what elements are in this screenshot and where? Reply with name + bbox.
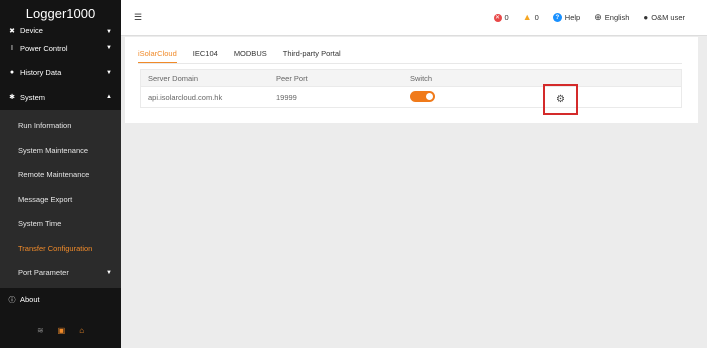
sidebar-item-label: Run Information bbox=[18, 121, 72, 131]
header-status-area: ✕ 0 ▲ 0 ? Help ⊕ English ● O&M user bbox=[493, 12, 707, 23]
device-icon: ✖ bbox=[9, 28, 15, 35]
sidebar-item-label: Message Export bbox=[18, 194, 73, 204]
sidebar-item-label: About bbox=[20, 295, 40, 305]
help-icon: ? bbox=[552, 13, 562, 22]
sidebar-subitem-system-time[interactable]: System Time bbox=[0, 211, 121, 236]
tab-isolarcloud[interactable]: iSolarCloud bbox=[138, 42, 177, 64]
cloud-icon[interactable]: ⌂ bbox=[79, 326, 84, 335]
history-icon: ● bbox=[9, 69, 15, 77]
sidebar-item-label: System bbox=[20, 92, 46, 102]
sidebar-subitem-transfer-configuration[interactable]: Transfer Configuration bbox=[0, 236, 121, 261]
app-logo: Logger1000 bbox=[0, 0, 121, 26]
sidebar-item-system[interactable]: ✱ System ▲ bbox=[0, 85, 121, 110]
column-header-peer-port: Peer Port bbox=[276, 73, 308, 83]
settings-button[interactable]: ⚙ bbox=[543, 84, 578, 115]
sidebar-item-label: Port Parameter bbox=[18, 268, 69, 278]
error-count: 0 bbox=[504, 13, 509, 22]
tab-iec104[interactable]: IEC104 bbox=[193, 42, 218, 64]
power-control-icon: I bbox=[11, 44, 13, 52]
chevron-down-icon: ▼ bbox=[106, 69, 112, 76]
sidebar-subitem-system-maintenance[interactable]: System Maintenance bbox=[0, 138, 121, 163]
sidebar-subitem-port-parameter[interactable]: Port Parameter ▼ bbox=[0, 260, 121, 285]
sidebar-item-label: System Time bbox=[18, 219, 62, 229]
switch-cell bbox=[404, 90, 532, 104]
switch-toggle[interactable] bbox=[410, 90, 435, 102]
error-icon: ✕ bbox=[493, 13, 502, 22]
help-label: Help bbox=[564, 13, 581, 22]
top-header: ☰ ✕ 0 ▲ 0 ? Help ⊕ English ● O&M user bbox=[121, 0, 707, 36]
sidebar-item-about[interactable]: ⓘ About bbox=[0, 287, 121, 312]
sidebar-subitem-run-information[interactable]: Run Information bbox=[0, 113, 121, 138]
gear-icon: ✱ bbox=[9, 94, 15, 102]
protocol-tabs: iSolarCloud IEC104 MODBUS Third-party Po… bbox=[138, 42, 341, 64]
tab-modbus[interactable]: MODBUS bbox=[234, 42, 267, 64]
tab-third-party-portal[interactable]: Third-party Portal bbox=[283, 42, 341, 64]
sidebar-footer: ≋ ▣ ⌂ bbox=[0, 312, 121, 348]
sidebar-subitem-remote-maintenance[interactable]: Remote Maintenance bbox=[0, 162, 121, 187]
sidebar-item-label: Device bbox=[20, 26, 43, 35]
sidebar: Logger1000 ✖ Device ▼ I Power Control ▼ … bbox=[0, 0, 121, 348]
table-header: Server Domain Peer Port Switch bbox=[140, 69, 682, 87]
column-header-server-domain: Server Domain bbox=[148, 73, 199, 83]
warning-badge[interactable]: ▲ 0 bbox=[522, 12, 539, 23]
error-badge[interactable]: ✕ 0 bbox=[493, 13, 509, 22]
sidebar-subitem-message-export[interactable]: Message Export bbox=[0, 187, 121, 212]
chevron-down-icon: ▼ bbox=[106, 269, 112, 276]
column-header-switch: Switch bbox=[410, 73, 433, 83]
menu-toggle-icon[interactable]: ☰ bbox=[134, 12, 146, 23]
language-selector[interactable]: ⊕ English bbox=[594, 12, 629, 23]
language-label: English bbox=[604, 13, 630, 22]
sidebar-item-label: Transfer Configuration bbox=[18, 243, 93, 253]
globe-icon: ⊕ bbox=[594, 12, 602, 22]
sidebar-item-label: Remote Maintenance bbox=[18, 170, 90, 180]
info-icon: ⓘ bbox=[8, 296, 16, 304]
sidebar-item-label: System Maintenance bbox=[18, 145, 89, 155]
chevron-down-icon: ▼ bbox=[106, 29, 112, 35]
sidebar-item-device[interactable]: ✖ Device ▼ bbox=[0, 26, 121, 36]
user-label: O&M user bbox=[651, 13, 685, 22]
help-link[interactable]: ? Help bbox=[552, 13, 581, 22]
warning-count: 0 bbox=[534, 13, 539, 22]
monitor-icon[interactable]: ▣ bbox=[58, 326, 66, 335]
user-menu[interactable]: ● O&M user bbox=[643, 13, 685, 22]
sidebar-about-wrapper: ⓘ About bbox=[0, 283, 121, 312]
warning-icon: ▲ bbox=[522, 12, 532, 22]
sidebar-item-history-data[interactable]: ● History Data ▼ bbox=[0, 60, 121, 85]
gear-icon: ⚙ bbox=[556, 94, 565, 105]
user-icon: ● bbox=[643, 13, 649, 22]
sidebar-item-label: Power Control bbox=[20, 43, 68, 53]
server-table: Server Domain Peer Port Switch api.isola… bbox=[140, 69, 682, 108]
sidebar-item-label: History Data bbox=[20, 68, 62, 78]
sidebar-item-power-control[interactable]: I Power Control ▼ bbox=[0, 36, 121, 61]
transfer-configuration-card: iSolarCloud IEC104 MODBUS Third-party Po… bbox=[125, 37, 698, 123]
server-domain-cell: api.isolarcloud.com.hk bbox=[148, 92, 223, 102]
wifi-icon[interactable]: ≋ bbox=[37, 326, 44, 335]
table-row: api.isolarcloud.com.hk 19999 bbox=[140, 87, 682, 108]
chevron-down-icon: ▼ bbox=[106, 45, 112, 52]
tabs-underline bbox=[138, 63, 682, 64]
peer-port-cell: 19999 bbox=[276, 92, 297, 102]
chevron-up-icon: ▲ bbox=[106, 94, 112, 101]
